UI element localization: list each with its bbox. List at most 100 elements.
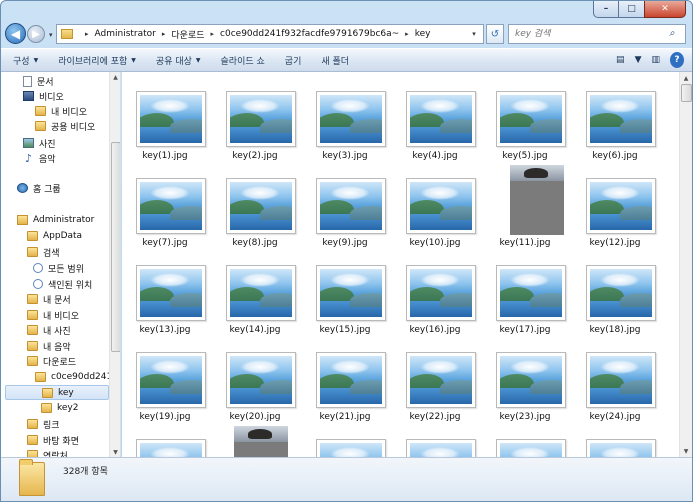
breadcrumb-separator-icon[interactable]: ▸ <box>85 30 89 38</box>
minimize-button[interactable]: – <box>593 1 619 18</box>
file-item[interactable]: key(18).jpg <box>572 246 658 335</box>
tree-item[interactable]: 검색 <box>27 245 60 259</box>
file-item[interactable] <box>572 420 658 457</box>
file-item[interactable]: key(10).jpg <box>392 159 478 248</box>
tree-item[interactable]: 사진 <box>23 136 56 150</box>
folder-icon <box>27 356 38 366</box>
image-thumbnail <box>136 439 206 457</box>
refresh-button[interactable]: ↺ <box>486 24 504 44</box>
close-button[interactable]: ✕ <box>644 1 686 18</box>
breadcrumb-hash-folder[interactable]: c0ce90dd241f932facdfe9791679bc6a~ <box>220 29 399 39</box>
file-item[interactable]: key(13).jpg <box>122 246 208 335</box>
landscape-picture <box>590 443 652 457</box>
tree-item[interactable]: 홈 그룹 <box>17 181 61 195</box>
toolbar-button-2[interactable]: 공유 대상 ▼ <box>156 54 201 67</box>
file-item[interactable]: key(21).jpg <box>302 333 388 422</box>
navigation-bar: ◀ ▶ ▾ ▸ Administrator ▸ 다운로드 ▸ c0ce90dd2… <box>0 20 693 48</box>
scrollbar-thumb[interactable] <box>111 142 120 352</box>
scroll-down-icon[interactable]: ▼ <box>110 447 120 457</box>
file-item[interactable]: key(5).jpg <box>482 72 568 161</box>
file-item[interactable] <box>212 420 298 457</box>
breadcrumb-separator-icon[interactable]: ▸ <box>162 30 166 38</box>
tree-item[interactable]: Administrator <box>17 213 94 227</box>
view-options-arrow-icon[interactable]: ▼ <box>635 52 642 68</box>
back-button[interactable]: ◀ <box>5 23 26 44</box>
file-item[interactable]: key(1).jpg <box>122 72 208 161</box>
tree-item[interactable]: 바탕 화면 <box>27 433 79 447</box>
breadcrumb-key[interactable]: key <box>415 29 431 39</box>
file-item[interactable]: key(16).jpg <box>392 246 478 335</box>
toolbar-button-3[interactable]: 슬라이드 쇼 <box>221 54 265 67</box>
folder-icon <box>27 325 38 335</box>
breadcrumb-separator-icon[interactable]: ▸ <box>405 30 409 38</box>
scroll-up-icon[interactable]: ▲ <box>680 72 692 84</box>
file-item[interactable]: key(9).jpg <box>302 159 388 248</box>
forward-button[interactable]: ▶ <box>27 25 45 43</box>
file-item[interactable]: key(3).jpg <box>302 72 388 161</box>
folder-icon <box>27 231 38 241</box>
file-item[interactable] <box>392 420 478 457</box>
preview-pane-icon[interactable]: ▥ <box>651 52 660 68</box>
tree-item[interactable]: 연락처 <box>27 448 68 457</box>
tree-item[interactable]: 비디오 <box>23 89 64 103</box>
file-item[interactable]: key(2).jpg <box>212 72 298 161</box>
file-item[interactable]: key(24).jpg <box>572 333 658 422</box>
file-item[interactable]: key(6).jpg <box>572 72 658 161</box>
tree-item[interactable]: key <box>5 385 109 400</box>
tree-item[interactable]: 내 음악 <box>27 339 71 353</box>
file-item[interactable]: key(11).jpg <box>482 159 568 248</box>
file-item[interactable]: key(22).jpg <box>392 333 478 422</box>
view-options-icon[interactable]: ▤ <box>616 52 625 68</box>
breadcrumb-downloads[interactable]: 다운로드 <box>171 28 204 41</box>
landscape-picture <box>500 443 562 457</box>
tree-item[interactable]: 내 비디오 <box>27 308 79 322</box>
tree-item[interactable]: 공용 비디오 <box>35 119 95 133</box>
file-item[interactable]: key(23).jpg <box>482 333 568 422</box>
scrollbar-thumb[interactable] <box>681 84 692 102</box>
file-item[interactable] <box>122 420 208 457</box>
file-item[interactable]: key(7).jpg <box>122 159 208 248</box>
breadcrumb-administrator[interactable]: Administrator <box>95 29 156 39</box>
tree-item[interactable]: AppData <box>27 229 82 243</box>
folder-icon <box>27 450 38 457</box>
tree-item[interactable]: 문서 <box>23 74 54 88</box>
toolbar-button-5[interactable]: 새 폴더 <box>321 54 349 67</box>
file-item[interactable] <box>302 420 388 457</box>
scroll-up-icon[interactable]: ▲ <box>110 72 120 82</box>
tree-item[interactable]: 다운로드 <box>27 354 76 368</box>
file-item[interactable]: key(4).jpg <box>392 72 478 161</box>
help-icon[interactable]: ? <box>670 52 684 68</box>
navigation-pane-scrollbar[interactable]: ▲ ▼ <box>109 72 120 457</box>
search-input[interactable] <box>515 29 665 39</box>
image-thumbnail <box>136 352 206 408</box>
file-item[interactable] <box>482 420 568 457</box>
toolbar-button-0[interactable]: 구성 ▼ <box>13 54 38 67</box>
scroll-down-icon[interactable]: ▼ <box>680 445 692 457</box>
tree-item[interactable]: 모든 범위 <box>33 261 84 275</box>
file-item[interactable]: key(14).jpg <box>212 246 298 335</box>
toolbar-button-1[interactable]: 라이브러리에 포함 ▼ <box>58 54 136 67</box>
tree-item[interactable]: key2 <box>41 401 78 415</box>
address-dropdown-icon[interactable]: ▾ <box>467 27 481 41</box>
file-item[interactable]: key(15).jpg <box>302 246 388 335</box>
search-box[interactable]: ⌕ <box>508 24 686 44</box>
file-item[interactable]: key(20).jpg <box>212 333 298 422</box>
tree-item[interactable]: 내 사진 <box>27 323 71 337</box>
tree-item[interactable]: 내 비디오 <box>35 104 87 118</box>
search-icon[interactable]: ⌕ <box>669 28 681 40</box>
tree-item[interactable]: 링크 <box>27 417 60 431</box>
tree-item[interactable]: 내 문서 <box>27 292 71 306</box>
file-item[interactable]: key(8).jpg <box>212 159 298 248</box>
recent-pages-dropdown[interactable]: ▾ <box>49 31 53 39</box>
file-item[interactable]: key(12).jpg <box>572 159 658 248</box>
maximize-button[interactable]: □ <box>619 1 644 18</box>
tree-item[interactable]: ♪ 음악 <box>23 151 56 165</box>
file-item[interactable]: key(17).jpg <box>482 246 568 335</box>
toolbar-button-4[interactable]: 굽기 <box>285 54 302 67</box>
tree-item[interactable]: 색인된 위치 <box>33 277 92 291</box>
file-item[interactable]: key(19).jpg <box>122 333 208 422</box>
tree-item[interactable]: c0ce90dd241f <box>35 370 115 384</box>
breadcrumb-separator-icon[interactable]: ▸ <box>211 30 215 38</box>
file-list-scrollbar[interactable]: ▲ ▼ <box>679 72 692 457</box>
address-bar[interactable]: ▸ Administrator ▸ 다운로드 ▸ c0ce90dd241f932… <box>56 24 484 44</box>
